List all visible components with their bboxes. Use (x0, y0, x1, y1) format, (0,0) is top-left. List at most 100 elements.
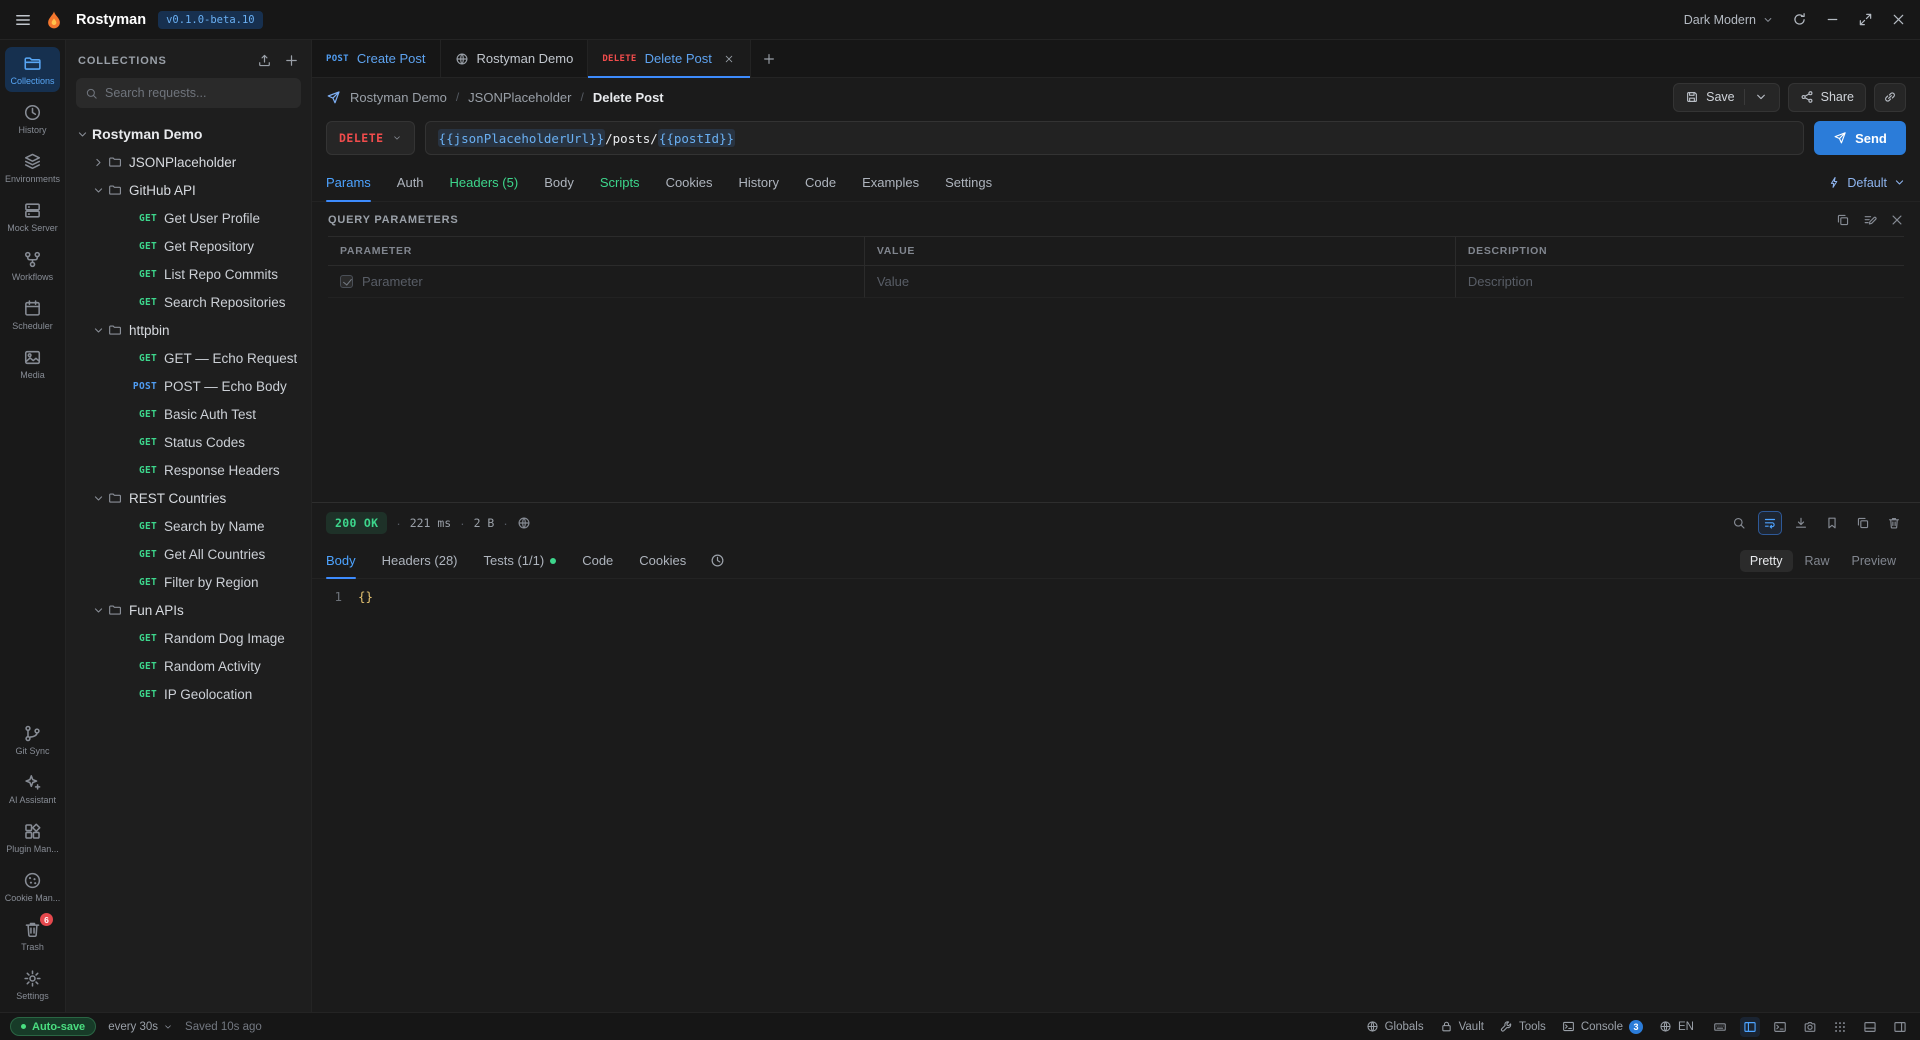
response-tab[interactable]: Tests (1/1) (484, 543, 557, 578)
autosave-interval-selector[interactable]: every 30s (108, 1021, 173, 1033)
terminal-button[interactable] (1770, 1017, 1790, 1037)
folder-item[interactable]: Fun APIs (66, 596, 311, 624)
param-cell[interactable]: Value (864, 266, 1455, 298)
method-selector[interactable]: DELETE (326, 121, 415, 155)
request-item[interactable]: GETFilter by Region (66, 568, 311, 596)
view-mode-pretty[interactable]: Pretty (1740, 550, 1793, 572)
apps-button[interactable] (1830, 1017, 1850, 1037)
rail-item-settings[interactable]: Settings (5, 962, 60, 1007)
environment-selector[interactable]: Default (1828, 176, 1906, 190)
open-tab[interactable]: POSTCreate Post (312, 40, 441, 77)
reload-icon[interactable] (1792, 12, 1807, 27)
collection-item[interactable]: Rostyman Demo (66, 120, 311, 148)
minimize-button[interactable] (1825, 12, 1840, 27)
rail-item-environments[interactable]: Environments (5, 145, 60, 190)
param-cell[interactable]: Description (1455, 266, 1904, 298)
request-item[interactable]: GETSearch Repositories (66, 288, 311, 316)
chevron-down-icon[interactable] (92, 492, 105, 505)
rail-item-plugin-manager[interactable]: Plugin Man... (5, 815, 60, 860)
new-tab-button[interactable] (751, 40, 787, 77)
request-section-tab[interactable]: Auth (397, 164, 424, 201)
request-section-tab[interactable]: Headers (5) (450, 164, 519, 201)
save-options-icon[interactable] (1754, 90, 1768, 104)
rail-item-trash[interactable]: Tr​ash6 (5, 913, 60, 958)
folder-item[interactable]: REST Countries (66, 484, 311, 512)
rail-item-history[interactable]: History (5, 96, 60, 141)
close-tab-icon[interactable] (722, 52, 736, 66)
open-tab[interactable]: Rostyman Demo (441, 40, 589, 77)
chevron-right-icon[interactable] (92, 156, 105, 169)
close-window-button[interactable] (1891, 12, 1906, 27)
statusbar-globals[interactable]: Globals (1366, 1020, 1424, 1033)
copy-button[interactable] (1851, 511, 1875, 535)
breadcrumb-item[interactable]: JSONPlaceholder (468, 90, 571, 105)
request-section-tab[interactable]: Settings (945, 164, 992, 201)
send-button[interactable]: Send (1814, 121, 1906, 155)
wrap-text-button[interactable] (1758, 511, 1782, 535)
rail-item-ai-assistant[interactable]: AI Assistant (5, 766, 60, 811)
autosave-toggle[interactable]: Auto-save (10, 1017, 96, 1036)
rail-item-mock-server[interactable]: Mock Server (5, 194, 60, 239)
statusbar-language[interactable]: EN (1659, 1020, 1694, 1033)
rail-item-collections[interactable]: Collections (5, 47, 60, 92)
maximize-button[interactable] (1858, 12, 1873, 27)
folder-item[interactable]: JSONPlaceholder (66, 148, 311, 176)
request-item[interactable]: GETList Repo Commits (66, 260, 311, 288)
breadcrumb-item[interactable]: Delete Post (593, 90, 664, 105)
response-body[interactable]: {} (358, 589, 373, 1012)
open-tab[interactable]: DELETEDelete Post (588, 40, 751, 77)
request-item[interactable]: GETIP Geolocation (66, 680, 311, 708)
response-tab[interactable]: Code (582, 543, 613, 578)
copy-icon[interactable] (1836, 213, 1850, 227)
request-item[interactable]: GETRandom Activity (66, 652, 311, 680)
request-item[interactable]: GETSearch by Name (66, 512, 311, 540)
add-collection-icon[interactable] (284, 53, 299, 68)
panel-bottom-button[interactable] (1860, 1017, 1880, 1037)
param-checkbox[interactable] (340, 275, 353, 288)
rail-item-cookie-manager[interactable]: Cookie Man... (5, 864, 60, 909)
response-history-icon[interactable] (710, 553, 725, 568)
bookmark-button[interactable] (1820, 511, 1844, 535)
shortcuts-button[interactable] (1710, 1017, 1730, 1037)
request-item[interactable]: GETGet User Profile (66, 204, 311, 232)
request-item[interactable]: POSTPOST — Echo Body (66, 372, 311, 400)
url-input[interactable]: {{jsonPlaceholderUrl}}/posts/{{postId}} (425, 121, 1804, 155)
response-tab[interactable]: Body (326, 543, 356, 578)
chevron-down-icon[interactable] (76, 128, 89, 141)
trash-button[interactable] (1882, 511, 1906, 535)
view-mode-raw[interactable]: Raw (1795, 550, 1840, 572)
statusbar-vault[interactable]: Vault (1440, 1020, 1484, 1033)
view-mode-preview[interactable]: Preview (1842, 550, 1906, 572)
response-tab[interactable]: Cookies (639, 543, 686, 578)
request-item[interactable]: GETStatus Codes (66, 428, 311, 456)
bulk-edit-icon[interactable] (1863, 213, 1877, 227)
request-section-tab[interactable]: Code (805, 164, 836, 201)
network-icon[interactable] (517, 516, 531, 530)
copy-link-button[interactable] (1874, 83, 1906, 112)
response-tab[interactable]: Headers (28) (382, 543, 458, 578)
request-section-tab[interactable]: Cookies (666, 164, 713, 201)
request-section-tab[interactable]: Body (544, 164, 574, 201)
chevron-down-icon[interactable] (92, 324, 105, 337)
folder-item[interactable]: GitHub API (66, 176, 311, 204)
rail-item-media[interactable]: Media (5, 341, 60, 386)
request-item[interactable]: GETRandom Dog Image (66, 624, 311, 652)
save-button[interactable]: Save (1673, 83, 1780, 112)
share-button[interactable]: Share (1788, 83, 1866, 112)
request-item[interactable]: GETResponse Headers (66, 456, 311, 484)
sidebar-search[interactable] (76, 78, 301, 108)
panel-right-button[interactable] (1890, 1017, 1910, 1037)
request-section-tab[interactable]: Scripts (600, 164, 640, 201)
breadcrumb-item[interactable]: Rostyman Demo (350, 90, 447, 105)
menu-icon[interactable] (14, 11, 32, 29)
request-item[interactable]: GETBasic Auth Test (66, 400, 311, 428)
rail-item-git-sync[interactable]: Git Sync (5, 717, 60, 762)
request-item[interactable]: GETGet All Countries (66, 540, 311, 568)
chevron-down-icon[interactable] (92, 604, 105, 617)
param-cell[interactable]: Parameter (328, 266, 864, 298)
statusbar-tools[interactable]: Tools (1500, 1020, 1546, 1033)
request-section-tab[interactable]: History (739, 164, 779, 201)
request-section-tab[interactable]: Examples (862, 164, 919, 201)
layout-left-button[interactable] (1740, 1017, 1760, 1037)
folder-item[interactable]: httpbin (66, 316, 311, 344)
